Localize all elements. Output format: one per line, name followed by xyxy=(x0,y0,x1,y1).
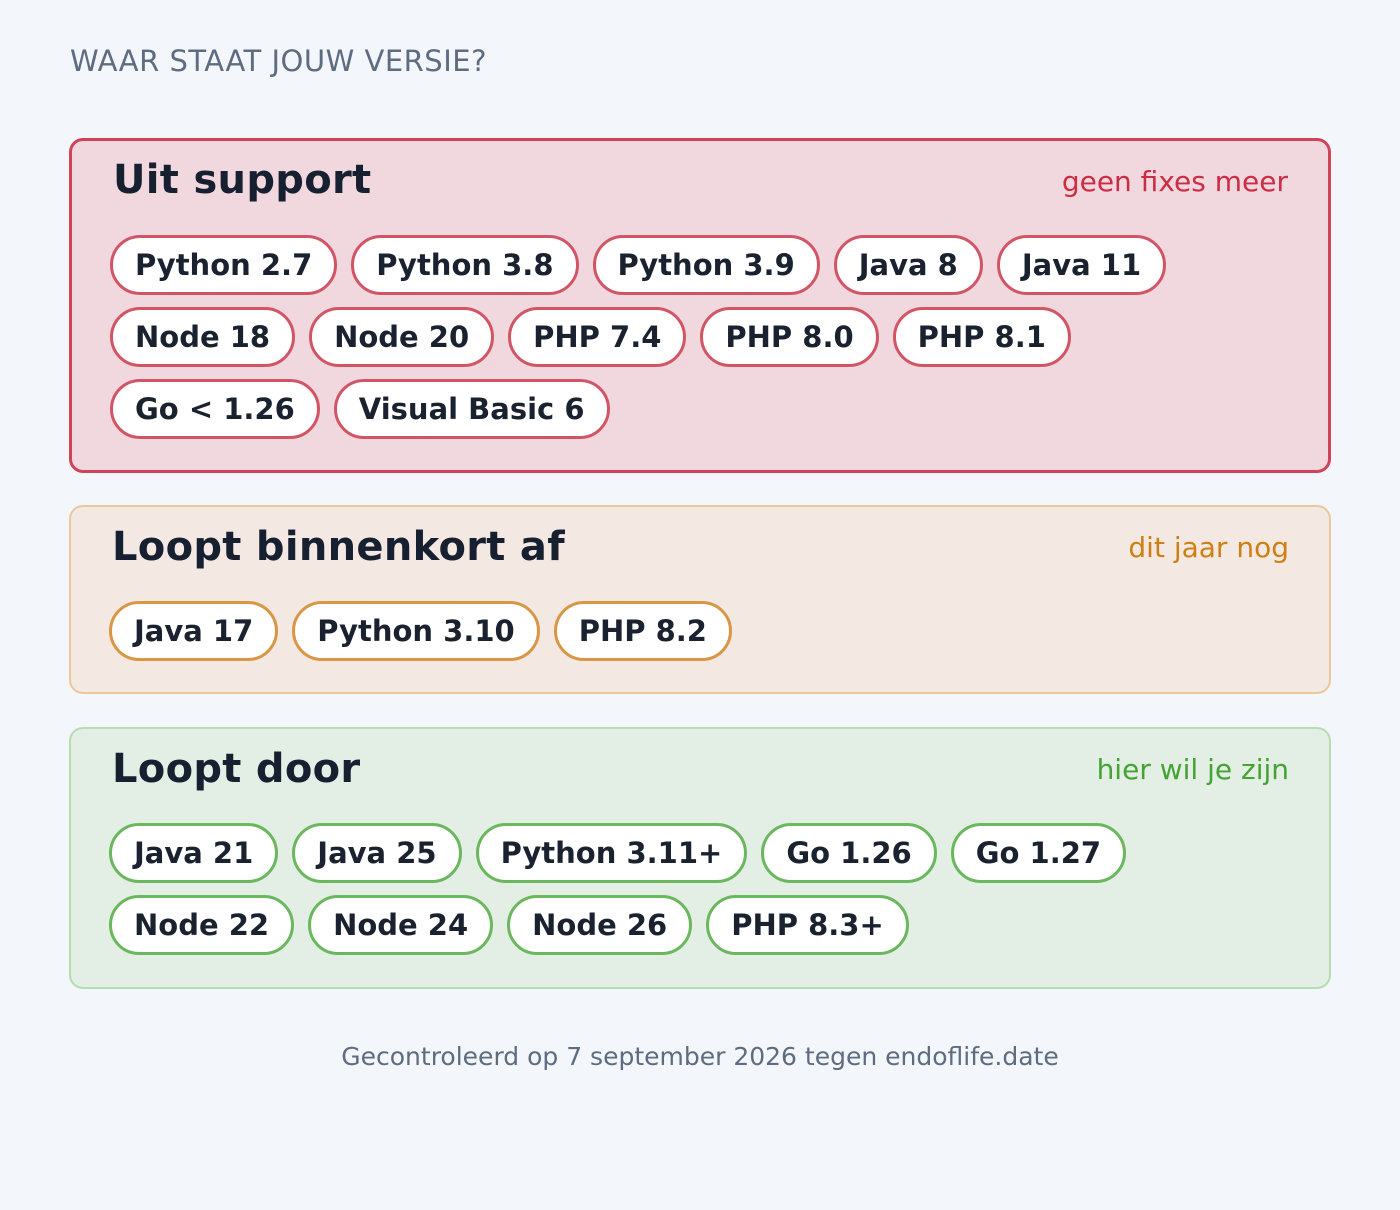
version-chip-list: Python 2.7 Python 3.8 Python 3.9 Java 8 Java… xyxy=(110,235,1290,439)
section-title: Uit support xyxy=(113,157,372,203)
section-out-of-support: Uit support geen fixes meer Python 2.7 Py… xyxy=(69,138,1331,473)
version-chip: Python 3.10 xyxy=(292,601,540,661)
version-chip: Java 17 xyxy=(109,601,279,661)
version-chip: Go 1.27 xyxy=(950,823,1127,883)
version-chip: Node 22 xyxy=(109,895,295,955)
version-chip: Node 18 xyxy=(110,307,296,367)
version-chip: Python 2.7 xyxy=(110,235,338,295)
version-chip: Node 24 xyxy=(308,895,494,955)
version-chip: PHP 8.0 xyxy=(700,307,879,367)
section-note: dit jaar nog xyxy=(1128,531,1289,564)
version-chip: Visual Basic 6 xyxy=(333,379,610,439)
section-supported: Loopt door hier wil je zijn Java 21 Java … xyxy=(69,727,1331,989)
section-title: Loopt door xyxy=(112,746,361,792)
version-chip: PHP 8.1 xyxy=(892,307,1071,367)
version-chip: Python 3.11+ xyxy=(475,823,748,883)
version-chip: Go < 1.26 xyxy=(110,379,320,439)
version-chip: PHP 8.3+ xyxy=(706,895,909,955)
footer-note: Gecontroleerd op 7 september 2026 tegen … xyxy=(341,1042,1059,1071)
version-chip: Java 8 xyxy=(833,235,983,295)
version-chip: Java 11 xyxy=(996,235,1167,295)
version-chip-list: Java 17 Python 3.10 PHP 8.2 xyxy=(109,601,1291,661)
version-chip: Go 1.26 xyxy=(761,823,937,883)
version-chip: Node 26 xyxy=(507,895,693,955)
section-note: geen fixes meer xyxy=(1061,165,1288,198)
section-expiring-soon: Loopt binnenkort af dit jaar nog Java 17… xyxy=(69,505,1331,694)
section-note: hier wil je zijn xyxy=(1096,753,1289,786)
version-chip: Python 3.8 xyxy=(351,235,579,295)
version-chip: Python 3.9 xyxy=(592,235,820,295)
version-chip: PHP 8.2 xyxy=(553,601,732,661)
version-chip: Node 20 xyxy=(309,307,495,367)
version-chip: Java 25 xyxy=(292,823,462,883)
page-heading: WAAR STAAT JOUW VERSIE? xyxy=(70,44,487,78)
version-chip-list: Java 21 Java 25 Python 3.11+ Go 1.26 Go 1.27… xyxy=(109,823,1291,955)
version-chip: PHP 7.4 xyxy=(508,307,687,367)
version-chip: Java 21 xyxy=(109,823,279,883)
section-title: Loopt binnenkort af xyxy=(112,524,565,570)
